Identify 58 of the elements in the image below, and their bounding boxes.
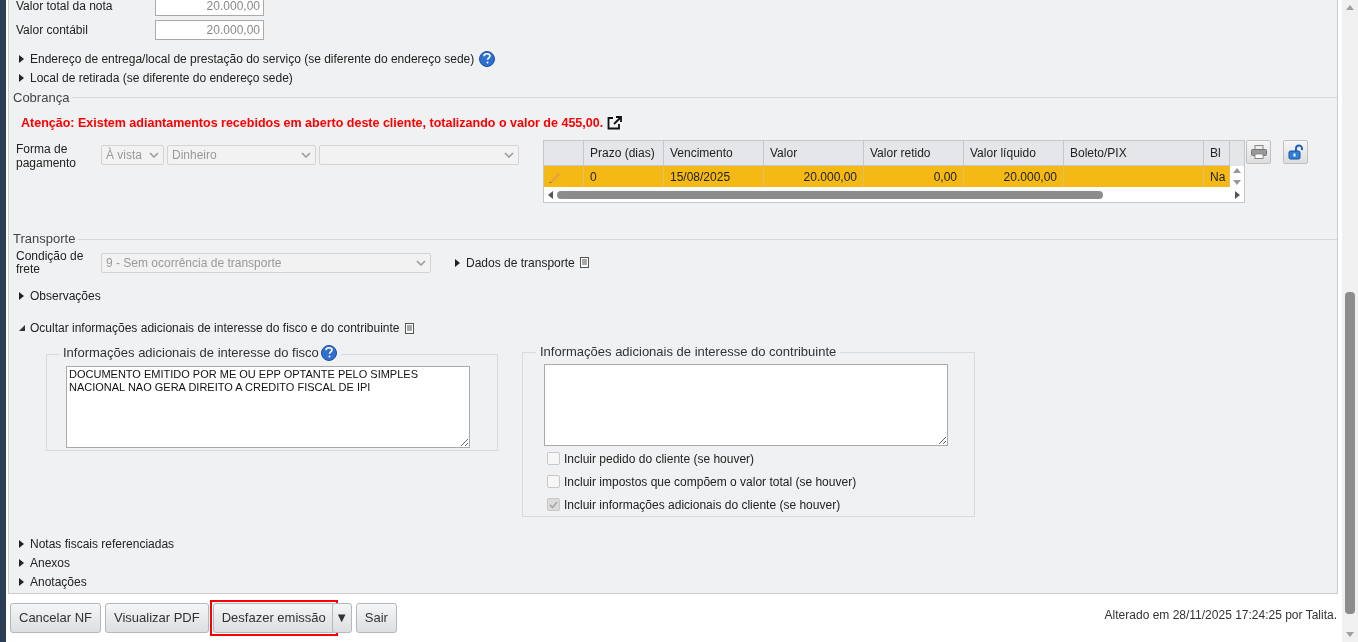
scroll-right-icon[interactable] (1235, 190, 1240, 199)
section-toggle[interactable]: Dados de transporte (466, 253, 575, 272)
amount-field[interactable]: 20.000,00 (155, 0, 264, 16)
checkbox-label: Incluir pedido do cliente (se houver) (564, 450, 755, 468)
action-button[interactable]: Desfazer emissão (212, 603, 335, 633)
alert-message: Atenção: Existem adiantamentos recebidos em aberto deste cliente, totalizando o valor de 455,00. (21, 114, 604, 132)
section-toggle[interactable]: Anotações (30, 573, 87, 592)
scroll-left-icon[interactable] (548, 190, 553, 199)
checkbox[interactable] (547, 498, 560, 512)
chevron-down-icon (301, 152, 311, 159)
section-toggle[interactable]: Observações (30, 287, 101, 306)
table-cell-text: 20.000,00 (803, 168, 857, 186)
field-label: Forma de pagamento (16, 141, 78, 173)
table-cell-text: 0,00 (933, 168, 957, 186)
print-button[interactable] (1246, 140, 1271, 165)
section-toggle[interactable]: Ocultar informações adicionais de interesse do fisco e do contribuinte (30, 319, 400, 338)
checkbox-label: Incluir informações adicionais do cliente (se houver) (564, 496, 841, 514)
section-toggle[interactable]: Endereço de entrega/local de prestação do serviço (se diferente do endereço sede) (30, 49, 475, 68)
fieldset-title: Informações adicionais de interesse do contribuinte (536, 344, 841, 359)
field-label: Valor total da nota (16, 0, 114, 15)
checkbox[interactable] (547, 475, 560, 489)
action-button[interactable]: Cancelar NF (10, 603, 101, 633)
status-text: Alterado em 28/11/2025 17:24:25 por Talita. (1104, 607, 1337, 624)
section-title: Cobrança (13, 89, 70, 107)
scroll-down-icon[interactable] (1233, 180, 1241, 186)
field-label: Condição de frete (16, 249, 85, 276)
action-button[interactable]: Visualizar PDF (104, 603, 209, 633)
table-row[interactable]: 0 15/08/2025 20.000,00 0,00 20.000,00 Na (544, 166, 1230, 188)
table-cell-text: 0 (590, 168, 597, 186)
note-icon[interactable] (404, 322, 414, 334)
table-cell-text: Na (1210, 168, 1226, 186)
chevron-down-icon (504, 152, 514, 159)
checkbox[interactable] (547, 452, 560, 466)
chevron-down-icon (149, 152, 159, 159)
checkbox-label: Incluir impostos que compõem o valor total (se houver) (564, 473, 857, 491)
table-cell-text: 20.000,00 (1003, 168, 1057, 186)
printer-icon (1250, 145, 1267, 160)
section-toggle[interactable]: Anexos (30, 554, 71, 573)
section-title: Transporte (13, 230, 76, 249)
field-label: Valor contábil (16, 22, 89, 39)
scrollbar-thumb[interactable] (1345, 292, 1355, 614)
external-link-icon[interactable] (607, 115, 623, 130)
help-icon[interactable] (320, 344, 337, 361)
fieldset-title: Informações adicionais de interesse do fisco (63, 343, 319, 362)
scrollbar-thumb[interactable] (557, 190, 1103, 199)
text-area[interactable] (544, 363, 948, 446)
section-toggle[interactable]: Notas fiscais referenciadas (30, 535, 175, 554)
text-area[interactable]: DOCUMENTO EMITIDO POR ME OU EPP OPTANTE PELO SIMPLES NACIONAL NAO GERA DIREITO A CREDITO FISCAL DE IPI (66, 365, 470, 448)
dropdown-button[interactable]: ▼ (331, 603, 352, 633)
help-icon[interactable] (479, 50, 496, 67)
amount-field[interactable]: 20.000,00 (155, 20, 264, 40)
section-toggle[interactable]: Local de retirada (se diferente do endereço sede) (30, 68, 293, 87)
note-icon[interactable] (579, 257, 589, 269)
action-button[interactable]: Sair (355, 603, 397, 633)
padlock-icon (1287, 144, 1304, 161)
table-cell-text: 15/08/2025 (670, 168, 731, 186)
unlock-button[interactable] (1283, 140, 1308, 165)
chevron-down-icon (416, 259, 426, 266)
